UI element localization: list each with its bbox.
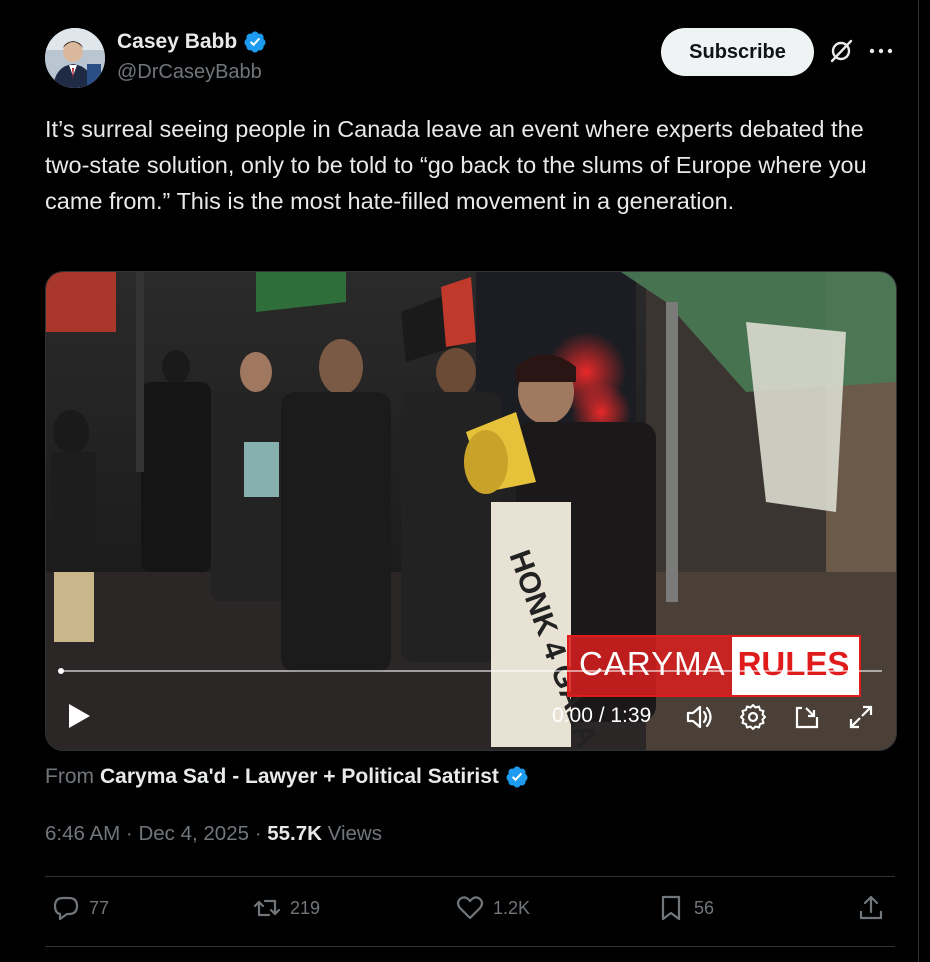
heart-icon [456,896,484,920]
bookmark-icon [661,895,681,921]
author-handle[interactable]: @DrCaseyBabb [117,61,262,84]
divider [45,946,895,947]
picture-in-picture-icon[interactable] [792,702,822,732]
tweet-date[interactable]: Dec 4, 2025 [138,822,249,845]
source-name[interactable]: Caryma Sa'd - Lawyer + Political Satiris… [100,765,499,789]
reply-icon [53,896,79,921]
tweet-text: It’s surreal seeing people in Canada lea… [45,116,867,214]
repost-button[interactable]: 219 [252,893,320,923]
views-label: Views [327,822,382,845]
more-options-icon[interactable] [866,36,896,66]
source-prefix: From [45,765,94,788]
fullscreen-icon[interactable] [846,702,876,732]
caryma-watermark: CARYMA RULES [567,635,861,697]
subscribe-button[interactable]: Subscribe [661,28,814,76]
video-player[interactable]: HONK 4 GAZA CARYMA RULES 0:00 / 1:39 [45,271,897,751]
divider [45,876,895,877]
video-progress-bar[interactable] [58,668,882,674]
author-name-row: Casey Babb [117,30,267,54]
watermark-left-text: CARYMA [569,637,732,695]
video-time: 0:00 / 1:39 [552,704,652,727]
views-count[interactable]: 55.7K [267,822,322,845]
bookmark-count: 56 [694,897,715,918]
reply-button[interactable]: 77 [51,893,109,923]
repost-icon [253,899,281,917]
reply-count: 77 [89,897,110,918]
tweet-time[interactable]: 6:46 AM [45,822,120,845]
grok-icon[interactable] [826,36,856,66]
avatar[interactable] [45,28,105,88]
like-button[interactable]: 1.2K [455,893,530,923]
share-icon [859,895,883,920]
repost-count: 219 [290,897,321,918]
tweet-meta: 6:46 AM · Dec 4, 2025 · 55.7K Views [45,822,382,845]
progress-knob[interactable] [58,668,64,674]
share-button[interactable] [856,893,886,923]
author-name[interactable]: Casey Babb [117,30,237,54]
play-icon[interactable] [66,702,92,730]
volume-icon[interactable] [684,702,714,732]
bookmark-button[interactable]: 56 [656,893,714,923]
verified-badge-icon [506,766,528,788]
watermark-right-text: RULES [731,637,860,695]
verified-badge-icon [244,31,266,53]
video-source: From Caryma Sa'd - Lawyer + Political Sa… [45,765,529,789]
like-count: 1.2K [493,897,531,918]
settings-gear-icon[interactable] [738,702,768,732]
tweet-container: Casey Babb @DrCaseyBabb Subscribe It’s s… [0,0,919,962]
